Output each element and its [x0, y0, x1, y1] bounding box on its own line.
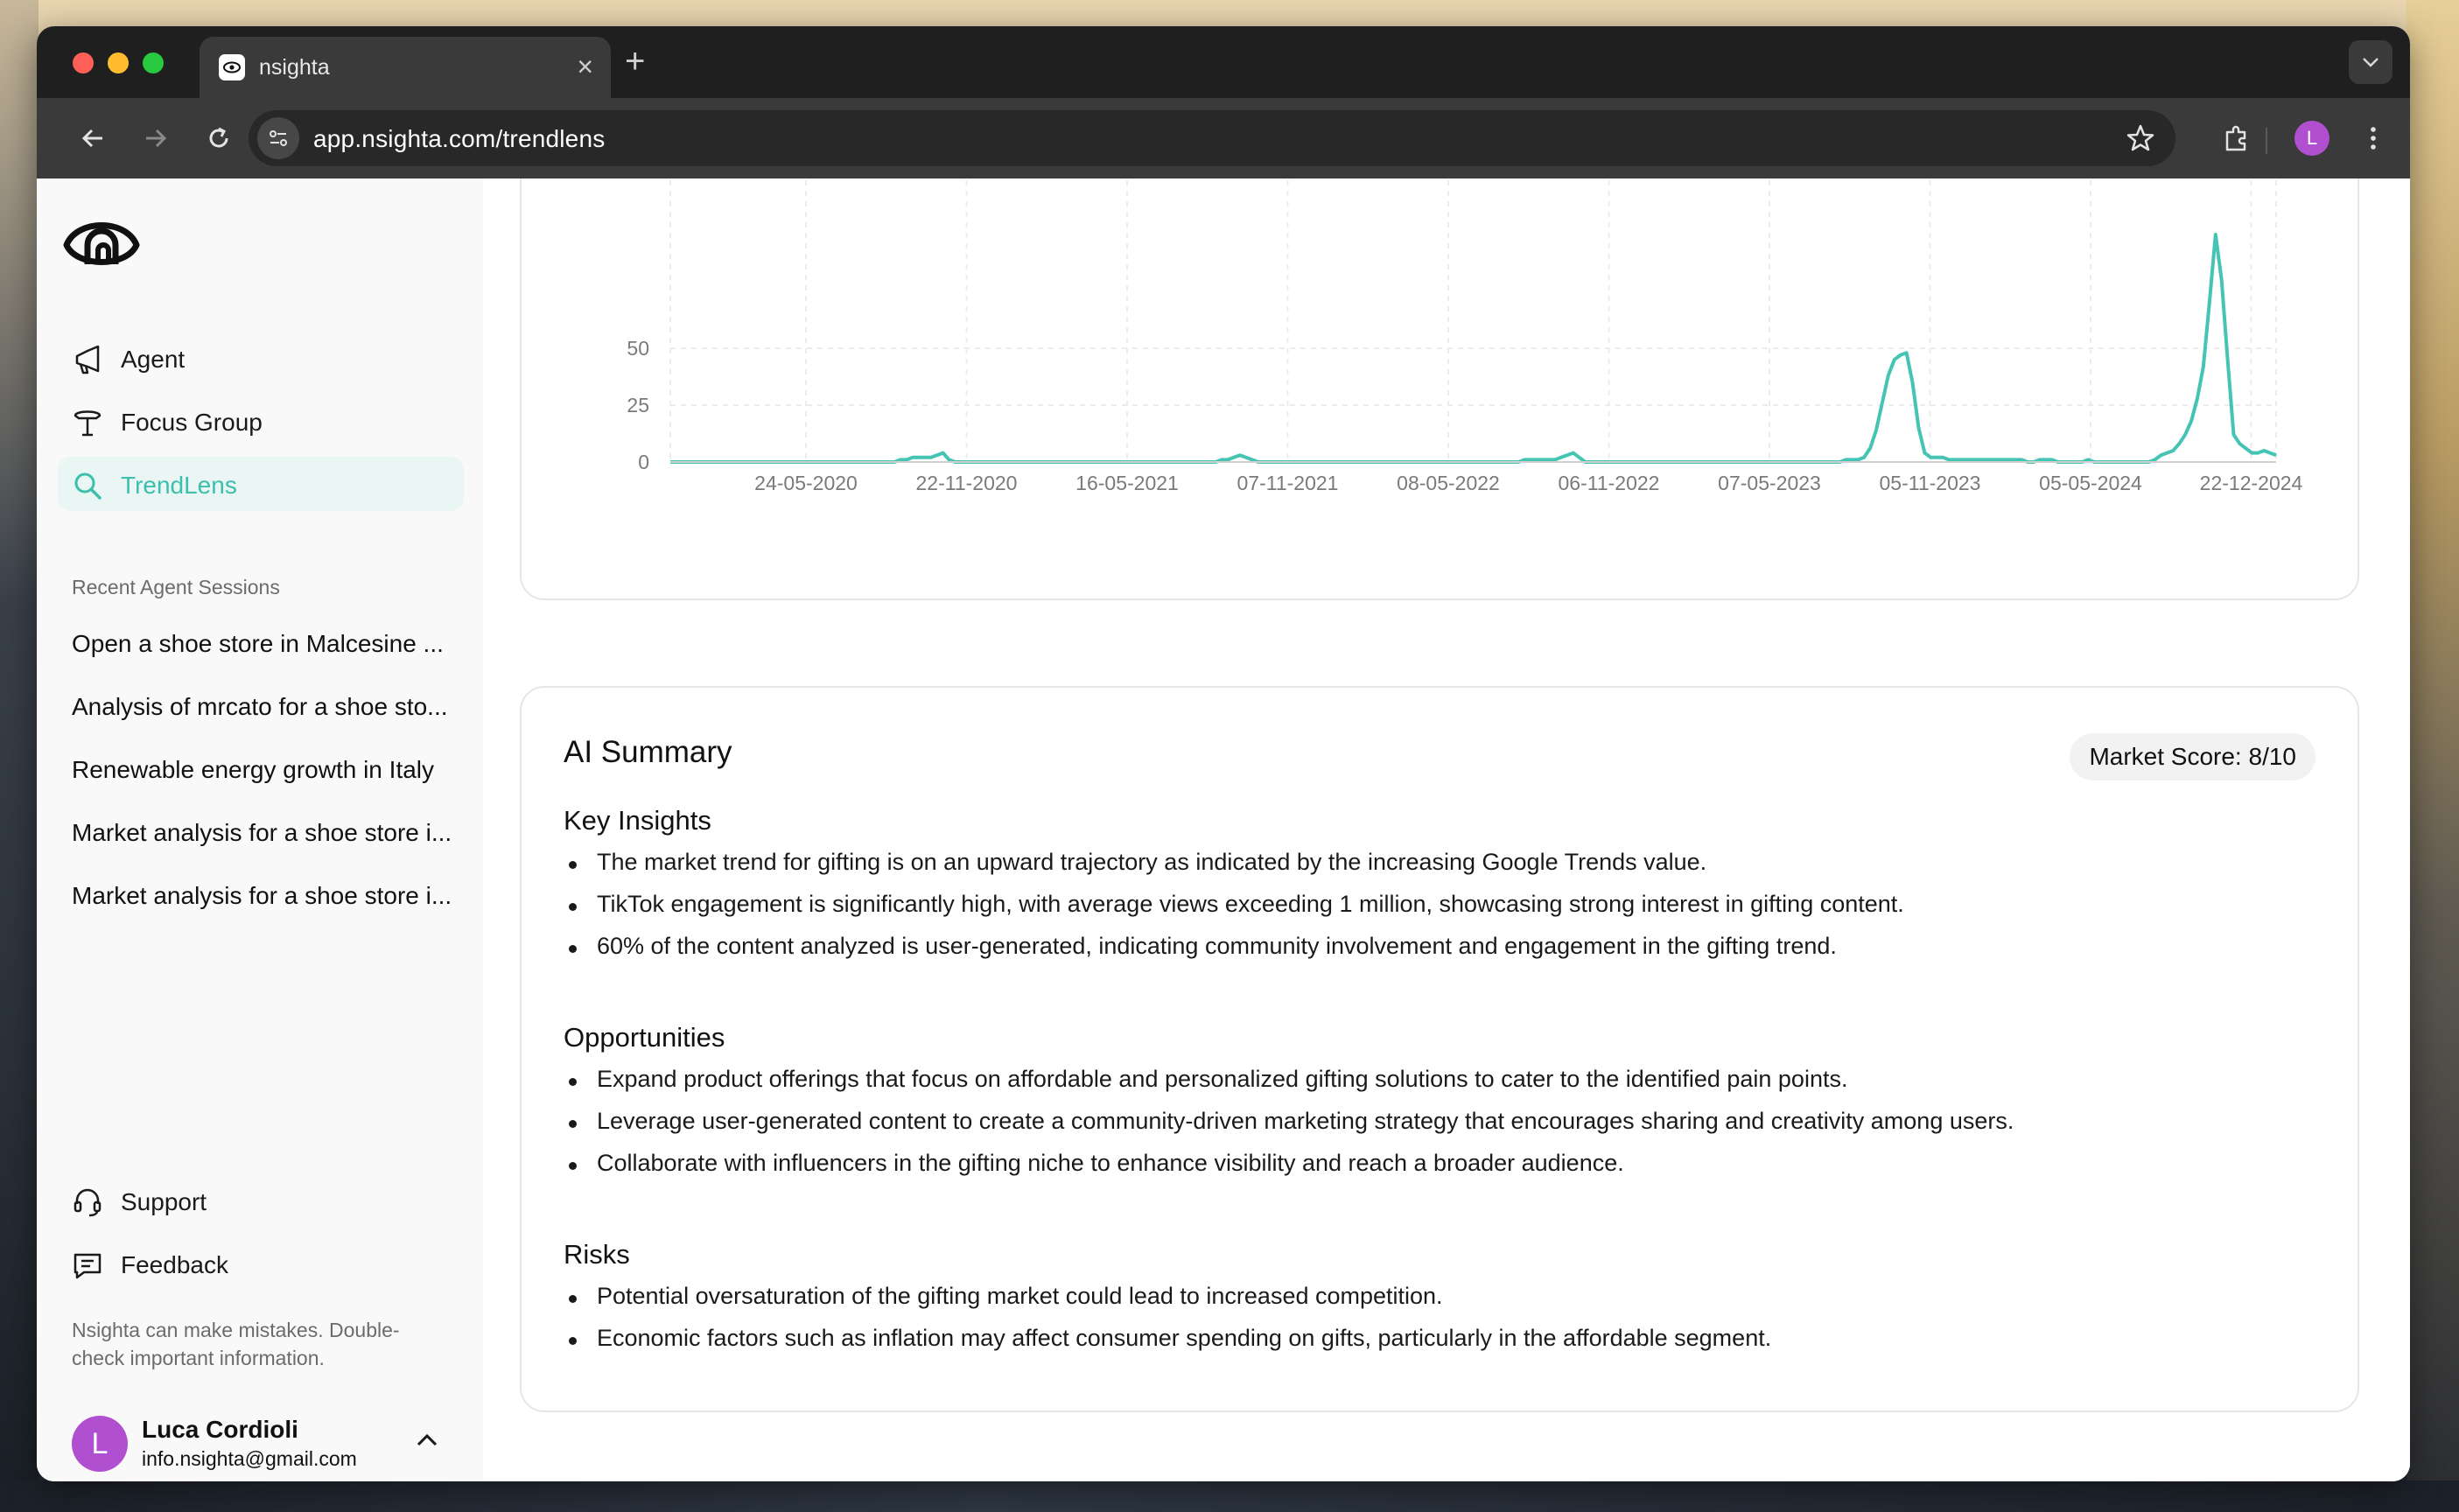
list-item-text: Leverage user-generated content to creat…	[597, 1108, 2014, 1134]
site-settings-icon[interactable]	[257, 117, 299, 159]
x-tick-label: 07-11-2021	[1237, 472, 1339, 494]
megaphone-icon	[75, 345, 100, 374]
x-tick-label: 22-11-2020	[916, 472, 1018, 494]
nav-item-agent[interactable]: Agent	[58, 331, 464, 385]
chevron-up-icon	[417, 1433, 438, 1446]
nav-item-trendlens[interactable]: TrendLens	[58, 457, 464, 511]
chevron-down-icon	[2363, 58, 2378, 67]
y-tick-label: 25	[627, 394, 649, 416]
x-tick-label: 16-05-2021	[1075, 472, 1179, 494]
session-item[interactable]: Renewable energy growth in Italy	[72, 756, 457, 784]
forward-button[interactable]	[138, 121, 173, 156]
arrow-left-icon	[81, 129, 102, 148]
list-item-text: TikTok engagement is significantly high,…	[597, 891, 1904, 917]
headset-icon	[74, 1188, 102, 1217]
sidebar: Agent Focus Group TrendLens Recent Agent…	[37, 178, 483, 1481]
user-avatar[interactable]: L	[72, 1416, 128, 1472]
arrow-right-icon	[146, 129, 167, 148]
lamp-icon	[74, 410, 102, 437]
profile-avatar[interactable]: L	[2294, 121, 2329, 156]
desktop-wallpaper-bottom	[0, 1480, 2459, 1512]
toolbar-separator	[2266, 128, 2267, 154]
session-item[interactable]: Analysis of mrcato for a shoe sto...	[72, 693, 457, 721]
x-tick-label: 06-11-2022	[1559, 472, 1660, 494]
bookmark-star-icon[interactable]	[2125, 122, 2156, 158]
x-tick-label: 22-12-2024	[2200, 472, 2303, 494]
back-button[interactable]	[75, 121, 110, 156]
x-tick-label: 05-11-2023	[1880, 472, 1981, 494]
list-item-text: The market trend for gifting is on an up…	[597, 849, 1707, 875]
new-tab-button[interactable]: +	[625, 44, 645, 79]
nav-item-focus-group[interactable]: Focus Group	[58, 394, 464, 448]
search-icon	[74, 472, 102, 500]
kebab-menu-icon	[2371, 127, 2376, 150]
reload-button[interactable]	[201, 121, 236, 156]
nav-item-feedback[interactable]: Feedback	[58, 1236, 464, 1291]
chat-icon	[74, 1253, 102, 1279]
tab-close-icon[interactable]: ×	[577, 51, 593, 82]
tab-strip: nsighta × +	[37, 26, 2410, 98]
puzzle-icon	[2225, 125, 2246, 151]
maximize-window-button[interactable]	[143, 52, 164, 74]
url-text[interactable]: app.nsighta.com/trendlens	[313, 125, 605, 153]
tab-title: nsighta	[259, 55, 330, 80]
disclaimer-text: Nsighta can make mistakes. Double-check …	[72, 1319, 400, 1369]
browser-menu-button[interactable]	[2356, 121, 2391, 156]
list-item-text: Potential oversaturation of the gifting …	[597, 1283, 1443, 1309]
x-tick-label: 08-05-2022	[1397, 472, 1500, 494]
x-tick-label: 05-05-2024	[2039, 472, 2142, 494]
session-item[interactable]: Market analysis for a shoe store i...	[72, 819, 457, 847]
ai-summary-card: AI Summary Market Score: 8/10 Key Insigh…	[520, 686, 2359, 1412]
tab-search-button[interactable]	[2349, 40, 2392, 84]
user-menu-toggle[interactable]	[415, 1432, 439, 1453]
nav-label-focus-group: Focus Group	[121, 409, 263, 436]
list-item-text: Collaborate with influencers in the gift…	[597, 1150, 1624, 1176]
y-tick-label: 0	[638, 451, 649, 473]
desktop-wallpaper-right	[2406, 0, 2459, 1512]
browser-window: nsighta × + app.nsighta.com/trendlens L …	[37, 26, 2410, 1481]
trend-chart-card: 24-05-2020 22-11-2020 16-05-2021 07-11-2021…	[520, 178, 2359, 600]
eye-favicon-icon	[219, 54, 245, 80]
nav-label-support: Support	[121, 1188, 207, 1215]
tab-nsighta[interactable]: nsighta ×	[200, 37, 611, 98]
nav-label-agent: Agent	[121, 346, 186, 373]
reload-icon	[209, 127, 228, 148]
y-tick-label: 50	[627, 337, 649, 360]
user-email: info.nsighta@gmail.com	[142, 1447, 357, 1470]
x-tick-label: 24-05-2020	[754, 472, 858, 494]
x-tick-label: 07-05-2023	[1718, 472, 1821, 494]
close-window-button[interactable]	[73, 52, 94, 74]
nav-label-feedback: Feedback	[121, 1251, 228, 1278]
list-item-text: 60% of the content analyzed is user-gene…	[597, 933, 1837, 959]
trend-line-chart: 24-05-2020 22-11-2020 16-05-2021 07-11-2021…	[627, 180, 2303, 494]
session-item[interactable]: Open a shoe store in Malcesine ...	[72, 630, 457, 658]
extensions-button[interactable]	[2219, 121, 2254, 156]
browser-toolbar: app.nsighta.com/trendlens L	[37, 98, 2410, 178]
address-bar[interactable]: app.nsighta.com/trendlens	[249, 110, 2175, 166]
nav-label-trendlens: TrendLens	[121, 472, 237, 499]
recent-sessions-title: Recent Agent Sessions	[72, 576, 280, 598]
desktop-wallpaper-left	[0, 0, 39, 1512]
minimize-window-button[interactable]	[108, 52, 129, 74]
section-heading-risks: Risks	[564, 1239, 630, 1270]
market-score-badge: Market Score: 8/10	[2070, 733, 2315, 780]
nav-item-support[interactable]: Support	[58, 1173, 464, 1228]
session-item[interactable]: Market analysis for a shoe store i...	[72, 882, 457, 910]
section-heading-opportunities: Opportunities	[564, 1022, 725, 1053]
nsighta-logo[interactable]	[61, 215, 142, 277]
list-item-text: Economic factors such as inflation may a…	[597, 1325, 1772, 1351]
user-name: Luca Cordioli	[142, 1416, 298, 1443]
list-item-text: Expand product offerings that focus on a…	[597, 1066, 1848, 1092]
main-content: 24-05-2020 22-11-2020 16-05-2021 07-11-2021…	[483, 178, 2410, 1481]
summary-title: AI Summary	[564, 735, 732, 769]
section-heading-key-insights: Key Insights	[564, 805, 711, 836]
